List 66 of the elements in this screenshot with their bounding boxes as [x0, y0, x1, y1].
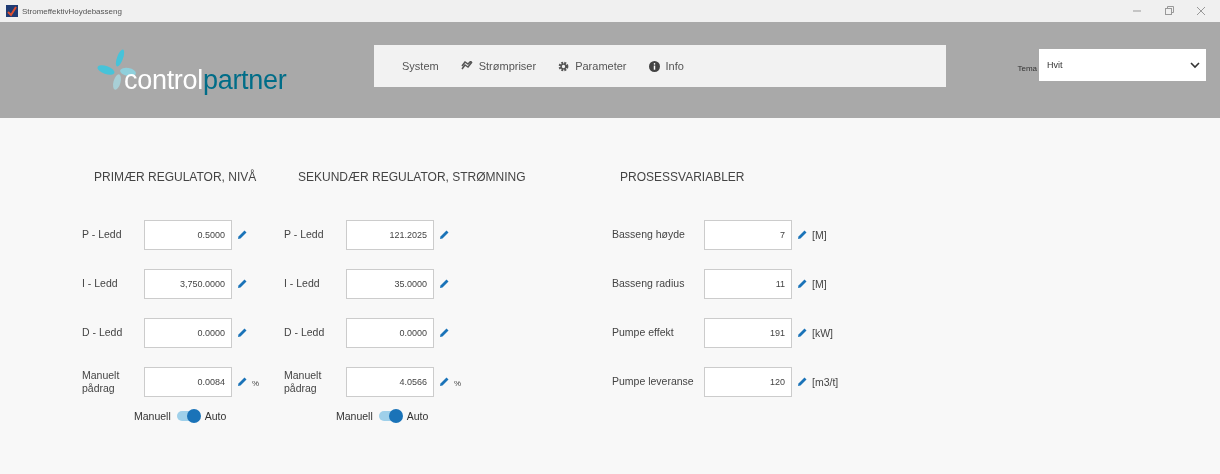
- toggle-label: Manuell: [336, 410, 373, 422]
- pencil-icon[interactable]: [237, 376, 248, 387]
- pencil-icon[interactable]: [237, 229, 248, 240]
- app-icon: [6, 5, 18, 17]
- unit-label: [M]: [812, 228, 827, 241]
- theme-label: Tema: [1017, 63, 1037, 73]
- number-field[interactable]: 120: [704, 366, 792, 397]
- field-label: I - Ledd: [82, 277, 119, 290]
- toggle-label: Auto: [204, 410, 227, 422]
- nav-link[interactable]: Strømpriser: [460, 60, 537, 72]
- pencil-icon[interactable]: [237, 327, 248, 338]
- field-label: Manuelt pådrag: [284, 368, 323, 395]
- nav-link[interactable]: Info: [648, 60, 684, 72]
- number-field[interactable]: 4.0566: [346, 366, 434, 397]
- pencil-icon[interactable]: [439, 376, 450, 387]
- pencil-icon[interactable]: [439, 278, 450, 289]
- window-title: StromeffektivHoydebasseng: [22, 6, 122, 16]
- mode-switch[interactable]: [378, 411, 401, 421]
- field-label: Manuelt pådrag: [82, 368, 121, 395]
- chevron-down-icon: [1190, 61, 1200, 69]
- pencil-icon[interactable]: [237, 278, 248, 289]
- field-label: D - Ledd: [82, 326, 124, 339]
- settings-icon: [558, 60, 570, 72]
- number-field[interactable]: 0.0000: [144, 317, 232, 348]
- field-label: Basseng radius: [611, 277, 686, 290]
- toggle-label: Manuell: [134, 410, 171, 422]
- section-heading: SEKUNDÆR REGULATOR, STRØMNING: [298, 170, 527, 186]
- unit-label: %: [252, 379, 260, 388]
- number-field[interactable]: 7: [704, 219, 792, 250]
- trend-icon: [460, 61, 473, 71]
- number-field[interactable]: 3,750.0000: [144, 268, 232, 299]
- logo-text: controlpartner: [124, 65, 287, 96]
- field-label: D - Ledd: [284, 326, 326, 339]
- number-field[interactable]: 0.0084: [144, 366, 232, 397]
- section-heading: PRIMÆR REGULATOR, NIVÅ: [94, 170, 258, 186]
- nav-link[interactable]: Parameter: [558, 60, 627, 72]
- number-field[interactable]: 11: [704, 268, 792, 299]
- theme-dropdown[interactable]: Hvit: [1039, 49, 1206, 81]
- nav-link[interactable]: System: [402, 60, 439, 72]
- field-label: Pumpe effekt: [611, 326, 675, 339]
- field-label: P - Ledd: [82, 228, 123, 241]
- number-field[interactable]: 0.5000: [144, 219, 232, 250]
- restore-icon[interactable]: [1164, 6, 1174, 16]
- pencil-icon[interactable]: [439, 229, 450, 240]
- number-field[interactable]: 191: [704, 317, 792, 348]
- close-icon[interactable]: [1196, 6, 1206, 16]
- pencil-icon[interactable]: [797, 229, 808, 240]
- number-field[interactable]: 0.0000: [346, 317, 434, 348]
- unit-label: [kW]: [812, 326, 833, 339]
- pencil-icon[interactable]: [797, 327, 808, 338]
- unit-label: [M]: [812, 277, 827, 290]
- field-label: Basseng høyde: [611, 228, 686, 241]
- pencil-icon[interactable]: [797, 376, 808, 387]
- number-field[interactable]: 35.0000: [346, 268, 434, 299]
- field-label: P - Ledd: [284, 228, 325, 241]
- unit-label: [m3/t]: [812, 375, 839, 388]
- field-label: I - Ledd: [284, 277, 321, 290]
- pencil-icon[interactable]: [797, 278, 808, 289]
- number-field[interactable]: 121.2025: [346, 219, 434, 250]
- field-label: Pumpe leveranse: [611, 375, 695, 388]
- unit-label: %: [454, 379, 462, 388]
- pencil-icon[interactable]: [439, 327, 450, 338]
- info-icon: [648, 60, 660, 72]
- section-heading: PROSESSVARIABLER: [620, 170, 746, 186]
- toggle-label: Auto: [406, 410, 429, 422]
- mode-switch[interactable]: [176, 411, 199, 421]
